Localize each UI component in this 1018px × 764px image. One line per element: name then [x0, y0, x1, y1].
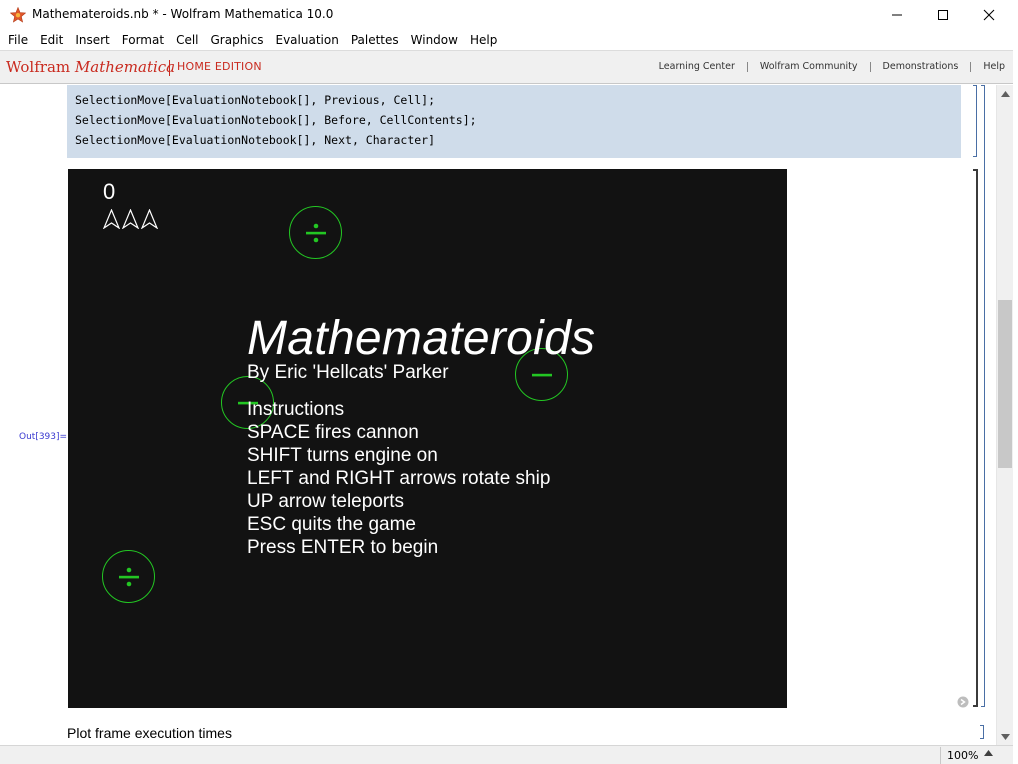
menu-help[interactable]: Help [464, 30, 503, 50]
link-divider [869, 61, 871, 72]
suggestions-arrow-icon[interactable] [957, 696, 969, 708]
window-title: Mathemateroids.nb * - Wolfram Mathematic… [32, 7, 334, 21]
minimize-icon [892, 14, 902, 16]
menu-window[interactable]: Window [405, 30, 464, 50]
divide-icon [118, 567, 139, 586]
instruction-line: ESC quits the game [247, 514, 416, 535]
menu-edit[interactable]: Edit [34, 30, 69, 50]
menu-evaluation[interactable]: Evaluation [270, 30, 345, 50]
scroll-up-button[interactable] [997, 85, 1014, 102]
ship-icon [103, 209, 120, 229]
link-wolfram-community[interactable]: Wolfram Community [760, 61, 858, 72]
instruction-line: SHIFT turns engine on [247, 445, 438, 466]
link-demonstrations[interactable]: Demonstrations [883, 61, 959, 72]
code-line[interactable]: SelectionMove[EvaluationNotebook[], Befo… [75, 113, 477, 127]
link-learning-center[interactable]: Learning Center [659, 61, 735, 72]
title-bar: Mathemateroids.nb * - Wolfram Mathematic… [0, 0, 1018, 30]
wolfram-mathematica-logo[interactable]: Wolfram Mathematica [6, 58, 175, 76]
scrollbar-thumb[interactable] [998, 300, 1012, 468]
menu-insert[interactable]: Insert [69, 30, 115, 50]
brand-bar: Wolfram Mathematica HOME EDITION Learnin… [0, 50, 1018, 84]
instruction-line: Press ENTER to begin [247, 537, 439, 558]
text-cell[interactable]: Plot frame execution times [67, 725, 232, 741]
zoom-level[interactable]: 100% [940, 747, 980, 764]
input-cell-bracket[interactable] [973, 85, 977, 157]
text-cell-bracket[interactable] [980, 725, 984, 739]
minus-icon [531, 373, 552, 376]
instruction-line: LEFT and RIGHT arrows rotate ship [247, 468, 551, 489]
menu-graphics[interactable]: Graphics [205, 30, 270, 50]
code-line[interactable]: SelectionMove[EvaluationNotebook[], Prev… [75, 93, 435, 107]
scroll-down-button[interactable] [997, 728, 1014, 745]
output-cell-bracket[interactable] [973, 169, 978, 707]
score: 0 [103, 179, 116, 204]
link-divider [746, 61, 748, 72]
asteroid-divide [289, 206, 342, 259]
menu-format[interactable]: Format [116, 30, 170, 50]
instructions-list: Instructions SPACE fires cannon SHIFT tu… [247, 398, 550, 559]
window-border [1013, 0, 1018, 764]
maximize-button[interactable] [920, 0, 966, 30]
divide-icon [305, 223, 326, 242]
lives-indicator [103, 209, 158, 229]
chevron-down-icon [1001, 733, 1010, 740]
vertical-scrollbar[interactable] [996, 85, 1013, 745]
instruction-line: SPACE fires cannon [247, 422, 419, 443]
input-cell[interactable]: SelectionMove[EvaluationNotebook[], Prev… [67, 85, 961, 158]
brand-prefix: Wolfram [6, 58, 71, 76]
status-bar: 100% [0, 745, 1018, 764]
notebook-area[interactable]: SelectionMove[EvaluationNotebook[], Prev… [0, 85, 996, 745]
brand-name: Mathematica [74, 58, 176, 76]
chevron-up-icon [1001, 90, 1010, 97]
brand-divider [169, 60, 170, 76]
menu-palettes[interactable]: Palettes [345, 30, 405, 50]
instructions-heading: Instructions [247, 399, 345, 420]
link-divider [970, 61, 972, 72]
edition-label: HOME EDITION [177, 60, 262, 73]
close-icon [983, 9, 995, 21]
menu-cell[interactable]: Cell [170, 30, 204, 50]
asteroid-divide [102, 550, 155, 603]
game-canvas[interactable]: 0 Mathemateroids By Eric 'Hellcats' Park… [68, 169, 787, 708]
link-help[interactable]: Help [983, 61, 1005, 72]
zoom-dropdown-icon[interactable] [984, 750, 993, 756]
instruction-line: UP arrow teleports [247, 491, 404, 512]
game-author: By Eric 'Hellcats' Parker [247, 362, 449, 383]
minimize-button[interactable] [874, 0, 920, 30]
mathematica-app-icon[interactable] [10, 7, 26, 23]
game-title: Mathemateroids [247, 312, 596, 365]
close-button[interactable] [966, 0, 1012, 30]
group-cell-bracket[interactable] [981, 85, 985, 707]
code-line[interactable]: SelectionMove[EvaluationNotebook[], Next… [75, 133, 435, 147]
brand-links: Learning Center Wolfram Community Demons… [659, 61, 1005, 72]
menu-bar: File Edit Insert Format Cell Graphics Ev… [0, 30, 1018, 50]
ship-icon [122, 209, 139, 229]
menu-file[interactable]: File [2, 30, 34, 50]
ship-icon [141, 209, 158, 229]
maximize-icon [938, 10, 948, 20]
output-label: Out[393]= [19, 432, 68, 442]
